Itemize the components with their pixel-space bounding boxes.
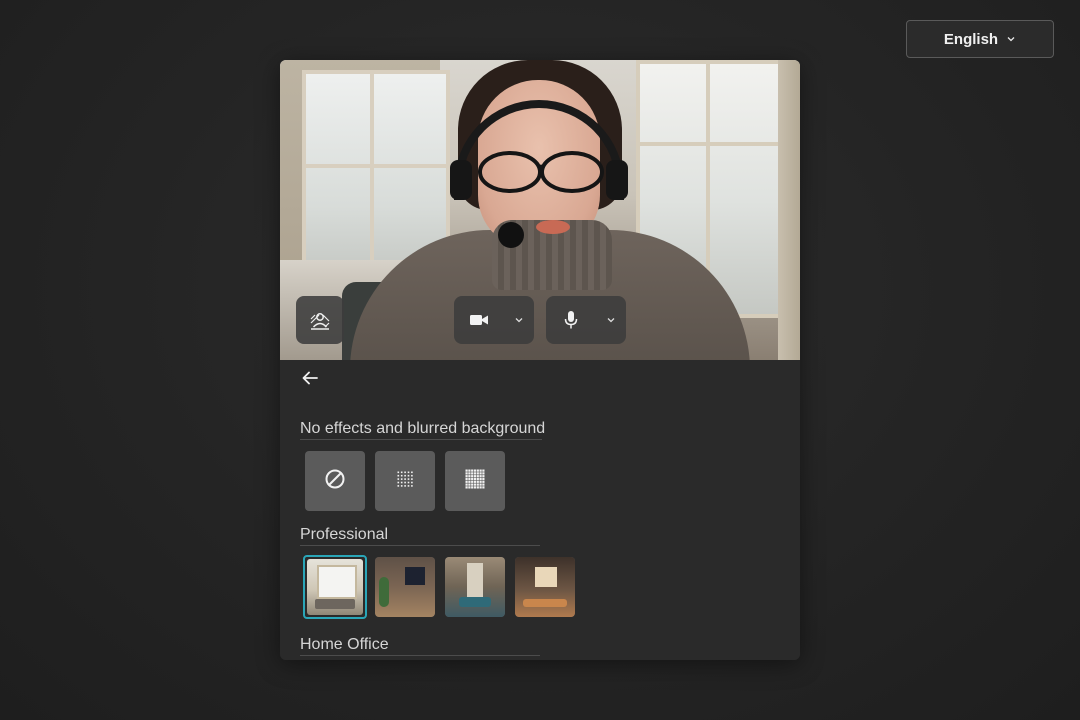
section-title-no-effects: No effects and blurred background xyxy=(300,420,545,440)
chevron-down-icon xyxy=(514,315,524,325)
effects-options xyxy=(305,451,505,511)
background-option[interactable] xyxy=(515,557,575,617)
office-background-thumbnail xyxy=(445,557,505,617)
blur-strong-icon xyxy=(464,468,486,495)
background-option[interactable] xyxy=(445,557,505,617)
background-effects-icon xyxy=(309,309,331,331)
video-camera-icon xyxy=(469,312,489,328)
camera-control xyxy=(454,296,534,344)
background-effects-button[interactable] xyxy=(296,296,344,344)
microphone-control xyxy=(546,296,626,344)
background-option[interactable] xyxy=(303,555,367,619)
arrow-left-icon xyxy=(300,368,320,393)
office-background-thumbnail xyxy=(307,559,363,615)
office-background-thumbnail xyxy=(375,557,435,617)
video-preview xyxy=(280,60,800,360)
microphone-toggle-button[interactable] xyxy=(546,296,596,344)
no-effect-icon xyxy=(324,468,346,495)
microphone-options-button[interactable] xyxy=(596,296,626,344)
chevron-down-icon xyxy=(606,315,616,325)
professional-backgrounds xyxy=(303,555,575,619)
camera-toggle-button[interactable] xyxy=(454,296,504,344)
blur-light-icon xyxy=(395,469,415,494)
chevron-down-icon xyxy=(1006,31,1016,48)
background-option[interactable] xyxy=(375,557,435,617)
section-title-professional: Professional xyxy=(300,526,540,546)
language-selector[interactable]: English xyxy=(906,20,1054,58)
background-effects-panel: No effects and blurred background Profes… xyxy=(280,360,800,660)
language-label: English xyxy=(943,30,999,48)
device-setup-card: No effects and blurred background Profes… xyxy=(280,60,800,660)
no-effect-option[interactable] xyxy=(305,451,365,511)
office-background-thumbnail xyxy=(515,557,575,617)
camera-options-button[interactable] xyxy=(504,296,534,344)
back-button[interactable] xyxy=(298,368,322,392)
section-title-home-office: Home Office xyxy=(300,636,540,656)
blur-strong-option[interactable] xyxy=(445,451,505,511)
microphone-icon xyxy=(563,310,579,330)
blur-light-option[interactable] xyxy=(375,451,435,511)
